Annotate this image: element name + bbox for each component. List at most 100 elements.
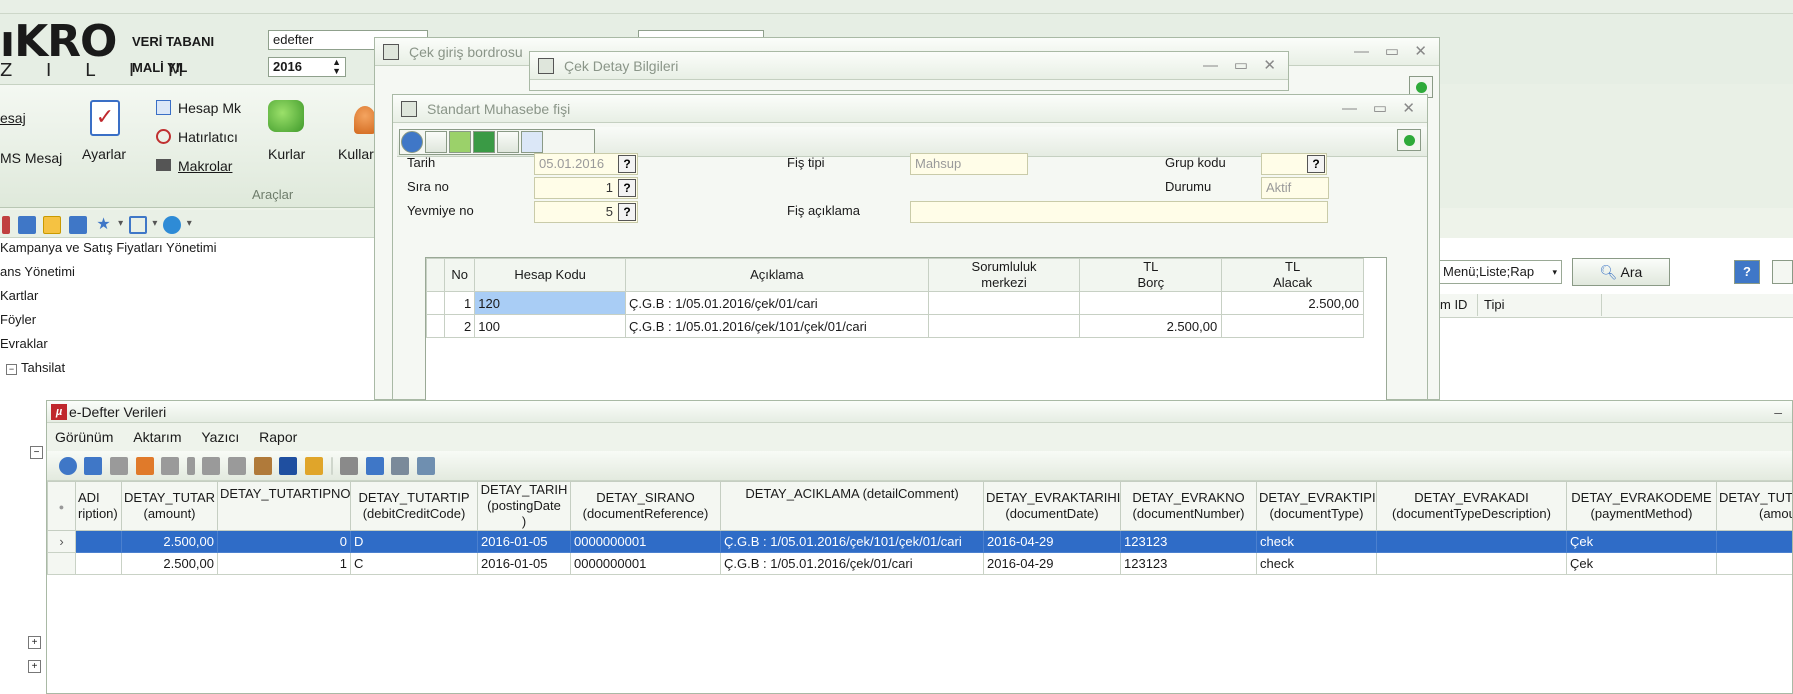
- maximize-icon[interactable]: ▭: [1385, 38, 1399, 66]
- status-indicator[interactable]: [1397, 129, 1421, 151]
- col-tipi[interactable]: Tipi: [1482, 294, 1602, 316]
- cell-alacak[interactable]: 2.500,00: [1221, 291, 1364, 315]
- kullan-button[interactable]: Kullar: [338, 146, 374, 162]
- tree-item[interactable]: Evraklar: [0, 334, 380, 354]
- kurlar-button[interactable]: Kurlar: [268, 146, 305, 162]
- ara-button[interactable]: 🔍︎ Ara: [1572, 258, 1670, 286]
- cell[interactable]: 2016-01-05: [477, 530, 571, 553]
- tree-item[interactable]: Kartlar: [0, 286, 380, 306]
- durumu-field[interactable]: Aktif: [1261, 177, 1329, 199]
- cell[interactable]: Ç.G.B : 1/05.01.2016/çek/101/çek/01/cari: [720, 530, 984, 553]
- hatirlatici-button[interactable]: Hatırlatıcı: [178, 129, 238, 145]
- cell[interactable]: [1376, 530, 1567, 553]
- sms-mesaj-button[interactable]: MS Mesaj: [0, 150, 62, 166]
- columns-icon[interactable]: [135, 457, 154, 475]
- row-indicator[interactable]: [425, 291, 446, 315]
- home-icon[interactable]: [497, 131, 519, 153]
- cell[interactable]: 0: [217, 530, 351, 553]
- cell[interactable]: [1716, 530, 1792, 553]
- col-header[interactable]: DETAY_ACIKLAMA (detailComment): [720, 481, 984, 531]
- preview-icon[interactable]: [365, 457, 384, 475]
- col-header[interactable]: DETAY_SIRANO (documentReference): [570, 481, 721, 531]
- col-header[interactable]: DETAY_TUT(amou: [1716, 481, 1792, 531]
- menu-aktarim[interactable]: Aktarım: [133, 429, 181, 445]
- sira-field[interactable]: 1?: [534, 177, 638, 199]
- ayarlar-icon[interactable]: ✓: [90, 100, 120, 136]
- expand-icon[interactable]: +: [28, 660, 41, 673]
- excel-icon[interactable]: [473, 131, 495, 153]
- cell[interactable]: [1376, 552, 1567, 575]
- refresh-icon[interactable]: [58, 457, 77, 475]
- row-indicator[interactable]: [425, 314, 446, 338]
- minimize-icon[interactable]: —: [1203, 52, 1218, 80]
- cell[interactable]: check: [1256, 530, 1377, 553]
- tree-icon[interactable]: [17, 216, 36, 234]
- grid-icon[interactable]: [128, 216, 147, 234]
- cell-aciklama[interactable]: Ç.G.B : 1/05.01.2016/çek/101/çek/01/cari: [625, 314, 929, 338]
- export-icon[interactable]: [304, 457, 323, 475]
- minimize-icon[interactable]: —: [1342, 95, 1357, 123]
- makrolar-button[interactable]: Makrolar: [178, 158, 232, 174]
- hesap-mk-button[interactable]: Hesap Mk: [178, 100, 241, 116]
- spinner-arrows-icon[interactable]: ▲ ▼: [332, 58, 341, 76]
- dropdown-arrow-icon[interactable]: ▾: [187, 218, 192, 229]
- collapse-icon[interactable]: −: [6, 364, 17, 375]
- col-header[interactable]: ADI ription): [75, 481, 122, 531]
- close-icon[interactable]: ✕: [1263, 52, 1276, 80]
- row-indicator[interactable]: ›: [47, 530, 76, 553]
- cell-hesap[interactable]: 100: [474, 314, 627, 338]
- currency-icon[interactable]: [268, 100, 304, 132]
- col-header[interactable]: DETAY_EVRAKODEME (paymentMethod): [1566, 481, 1717, 531]
- year-spinner[interactable]: 2016 ▲ ▼: [268, 57, 346, 77]
- cell[interactable]: [75, 530, 122, 553]
- user-icon[interactable]: [354, 106, 376, 134]
- star-icon[interactable]: ★: [95, 216, 113, 234]
- page-setup-icon[interactable]: [417, 457, 435, 475]
- ayarlar-button[interactable]: Ayarlar: [82, 146, 126, 162]
- collapse-icon[interactable]: −: [30, 446, 43, 459]
- print-setup-icon[interactable]: [391, 457, 410, 475]
- fisaciklama-field[interactable]: [910, 201, 1328, 223]
- cell-alacak[interactable]: [1221, 314, 1364, 338]
- extra-button[interactable]: [1772, 260, 1793, 284]
- grid-tool-icon[interactable]: [253, 457, 272, 475]
- cell-no[interactable]: 1: [444, 291, 476, 315]
- help-icon[interactable]: ?: [1734, 260, 1760, 284]
- table-row[interactable]: › 2.500,00 0 D 2016-01-05 0000000001 Ç.G…: [47, 530, 1792, 553]
- cell-borc[interactable]: 2.500,00: [1079, 314, 1223, 338]
- table-row[interactable]: 1 120 Ç.G.B : 1/05.01.2016/çek/01/cari 2…: [425, 291, 1364, 315]
- menu-gorunum[interactable]: Görünüm: [55, 429, 113, 445]
- cell[interactable]: 0000000001: [570, 530, 721, 553]
- cell[interactable]: 123123: [1120, 552, 1257, 575]
- col-header[interactable]: DETAY_EVRAKADI (documentTypeDescription): [1376, 481, 1567, 531]
- minimize-icon[interactable]: –: [1774, 401, 1782, 423]
- tree-item[interactable]: Kampanya ve Satış Fiyatları Yönetimi: [0, 238, 380, 258]
- chevron-down-icon[interactable]: ▾: [1552, 261, 1557, 283]
- currency-icon[interactable]: [449, 131, 471, 153]
- globe-icon[interactable]: [163, 216, 182, 234]
- fistipi-field[interactable]: Mahsup: [910, 153, 1028, 175]
- yevmiye-field[interactable]: 5?: [534, 201, 638, 223]
- eye-icon[interactable]: [43, 216, 62, 234]
- lookup-button[interactable]: ?: [618, 155, 636, 173]
- row-indicator[interactable]: [47, 552, 76, 575]
- cell-hesap[interactable]: 120: [474, 291, 627, 315]
- cell-borc[interactable]: [1079, 291, 1223, 315]
- close-icon[interactable]: ✕: [1414, 38, 1427, 66]
- menu-yazici[interactable]: Yazıcı: [201, 429, 239, 445]
- col-id[interactable]: m ID: [1438, 294, 1478, 316]
- help-icon[interactable]: [401, 131, 423, 153]
- users-icon[interactable]: [68, 216, 87, 234]
- mesaj-button[interactable]: esaj: [0, 110, 26, 126]
- tool-icon-1[interactable]: [2, 216, 10, 234]
- tarih-field[interactable]: 05.01.2016?: [534, 153, 638, 175]
- save-icon[interactable]: [279, 457, 298, 475]
- cell[interactable]: 2.500,00: [121, 552, 218, 575]
- cell[interactable]: Çek: [1566, 530, 1717, 553]
- cell[interactable]: C: [350, 552, 478, 575]
- col-aciklama[interactable]: Açıklama: [625, 258, 929, 292]
- cell[interactable]: D: [350, 530, 478, 553]
- col-no[interactable]: No: [444, 258, 476, 292]
- cell[interactable]: 2016-04-29: [983, 552, 1121, 575]
- cell-aciklama[interactable]: Ç.G.B : 1/05.01.2016/çek/01/cari: [625, 291, 929, 315]
